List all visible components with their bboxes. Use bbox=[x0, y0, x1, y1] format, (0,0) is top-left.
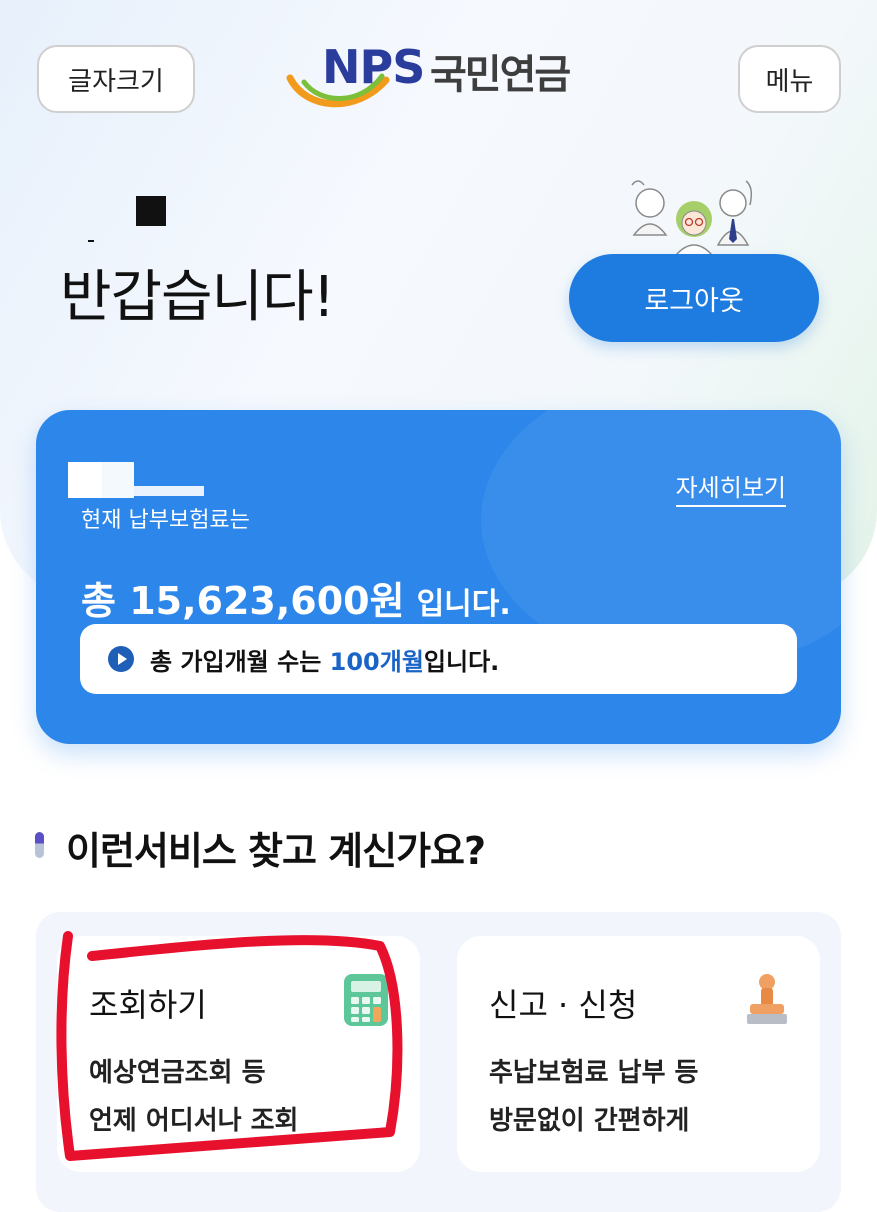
family-illustration-icon bbox=[631, 180, 753, 255]
section-bullet-icon bbox=[35, 832, 44, 858]
menu-button[interactable]: 메뉴 bbox=[738, 45, 841, 113]
service-card-application[interactable]: 신고 · 신청 추납보험료 납부 등 방문없이 간편하게 bbox=[457, 936, 820, 1172]
redacted-mark bbox=[88, 240, 94, 242]
total-prefix: 총 bbox=[81, 579, 116, 623]
total-amount: 15,623,600원 bbox=[129, 579, 405, 623]
redacted-name bbox=[136, 196, 166, 226]
service-desc-line2: 방문없이 간편하게 bbox=[489, 1106, 690, 1136]
service-card-inquiry[interactable]: 조회하기 예상연금조회 등 언제 어디서나 조회 bbox=[57, 936, 420, 1172]
section-title: 이런서비스 찾고 계신가요? bbox=[66, 829, 486, 873]
payment-label: 현재 납부보험료는 bbox=[81, 508, 250, 533]
months-prefix: 총 가입개월 수는 bbox=[150, 647, 322, 676]
payment-summary-card: 현재 납부보험료는 자세히보기 총 15,623,600원 입니다. 총 가입개월… bbox=[36, 410, 841, 744]
months-info-box: 총 가입개월 수는 100개월 입니다. bbox=[80, 624, 797, 694]
nps-logo[interactable]: NPS 국민연금 bbox=[286, 40, 606, 116]
logo-brand: NPS bbox=[322, 40, 425, 94]
calculator-icon bbox=[344, 974, 388, 1026]
font-size-button[interactable]: 글자크기 bbox=[37, 45, 195, 113]
logout-button[interactable]: 로그아웃 bbox=[569, 254, 819, 342]
total-suffix: 입니다. bbox=[416, 587, 511, 622]
months-suffix: 입니다. bbox=[423, 647, 500, 676]
stamp-icon bbox=[747, 974, 787, 1024]
service-desc-line2: 언제 어디서나 조회 bbox=[89, 1106, 299, 1136]
total-amount-line: 총 15,623,600원 입니다. bbox=[81, 570, 511, 625]
redacted-block bbox=[102, 462, 134, 498]
logo-name: 국민연금 bbox=[430, 52, 571, 98]
detail-link[interactable]: 자세히보기 bbox=[675, 468, 786, 507]
redacted-block bbox=[134, 486, 204, 496]
months-value: 100개월 bbox=[329, 647, 424, 676]
greeting-text: 반갑습니다! bbox=[60, 265, 335, 330]
play-circle-icon bbox=[108, 646, 134, 672]
service-title: 조회하기 bbox=[89, 986, 207, 1024]
service-title: 신고 · 신청 bbox=[489, 986, 638, 1024]
service-desc-line1: 예상연금조회 등 bbox=[89, 1058, 266, 1088]
service-desc-line1: 추납보험료 납부 등 bbox=[489, 1058, 699, 1088]
redacted-block bbox=[68, 462, 102, 498]
